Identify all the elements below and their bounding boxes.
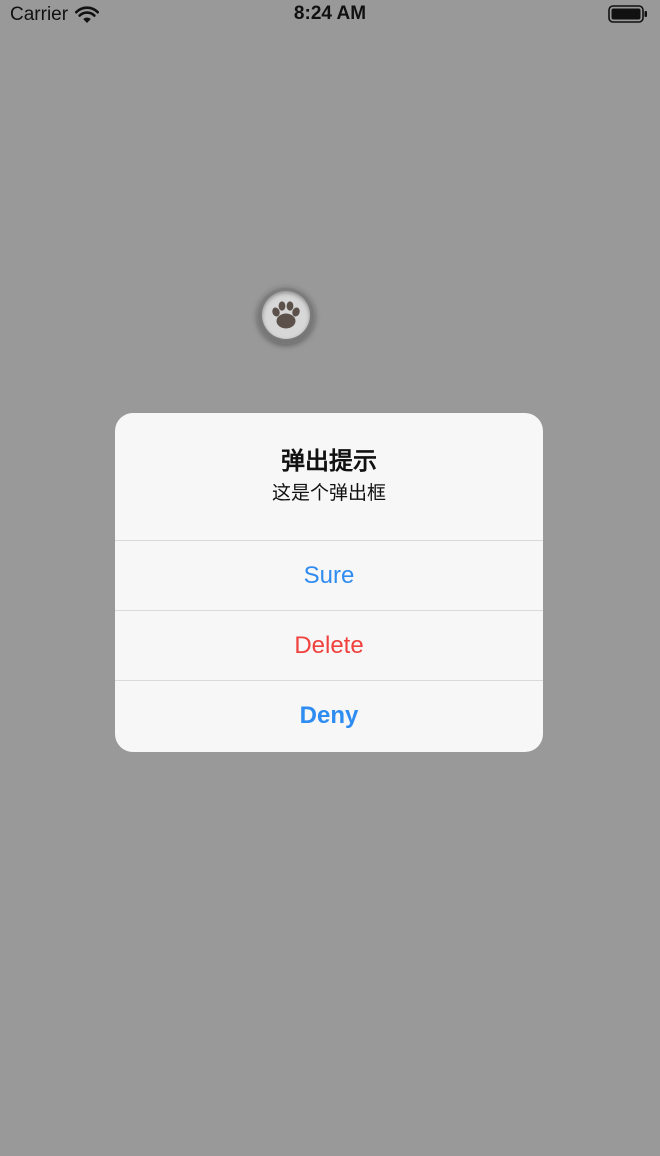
sure-button[interactable]: Sure	[115, 541, 543, 611]
alert-dialog: 弹出提示 这是个弹出框 Sure Delete Deny	[115, 413, 543, 752]
paw-button-face	[262, 291, 310, 339]
battery-icon	[608, 5, 647, 23]
status-time: 8:24 AM	[293, 3, 367, 24]
alert-message: 这是个弹出框	[271, 482, 386, 504]
delete-button[interactable]: Delete	[115, 611, 543, 681]
paw-icon	[272, 301, 300, 329]
alert-header: 弹出提示 这是个弹出框	[115, 413, 543, 541]
deny-button[interactable]: Deny	[115, 681, 543, 751]
paw-button[interactable]	[257, 286, 315, 344]
status-bar: Carrier 8:24 AM	[0, 0, 660, 30]
alert-title: 弹出提示	[281, 447, 377, 475]
